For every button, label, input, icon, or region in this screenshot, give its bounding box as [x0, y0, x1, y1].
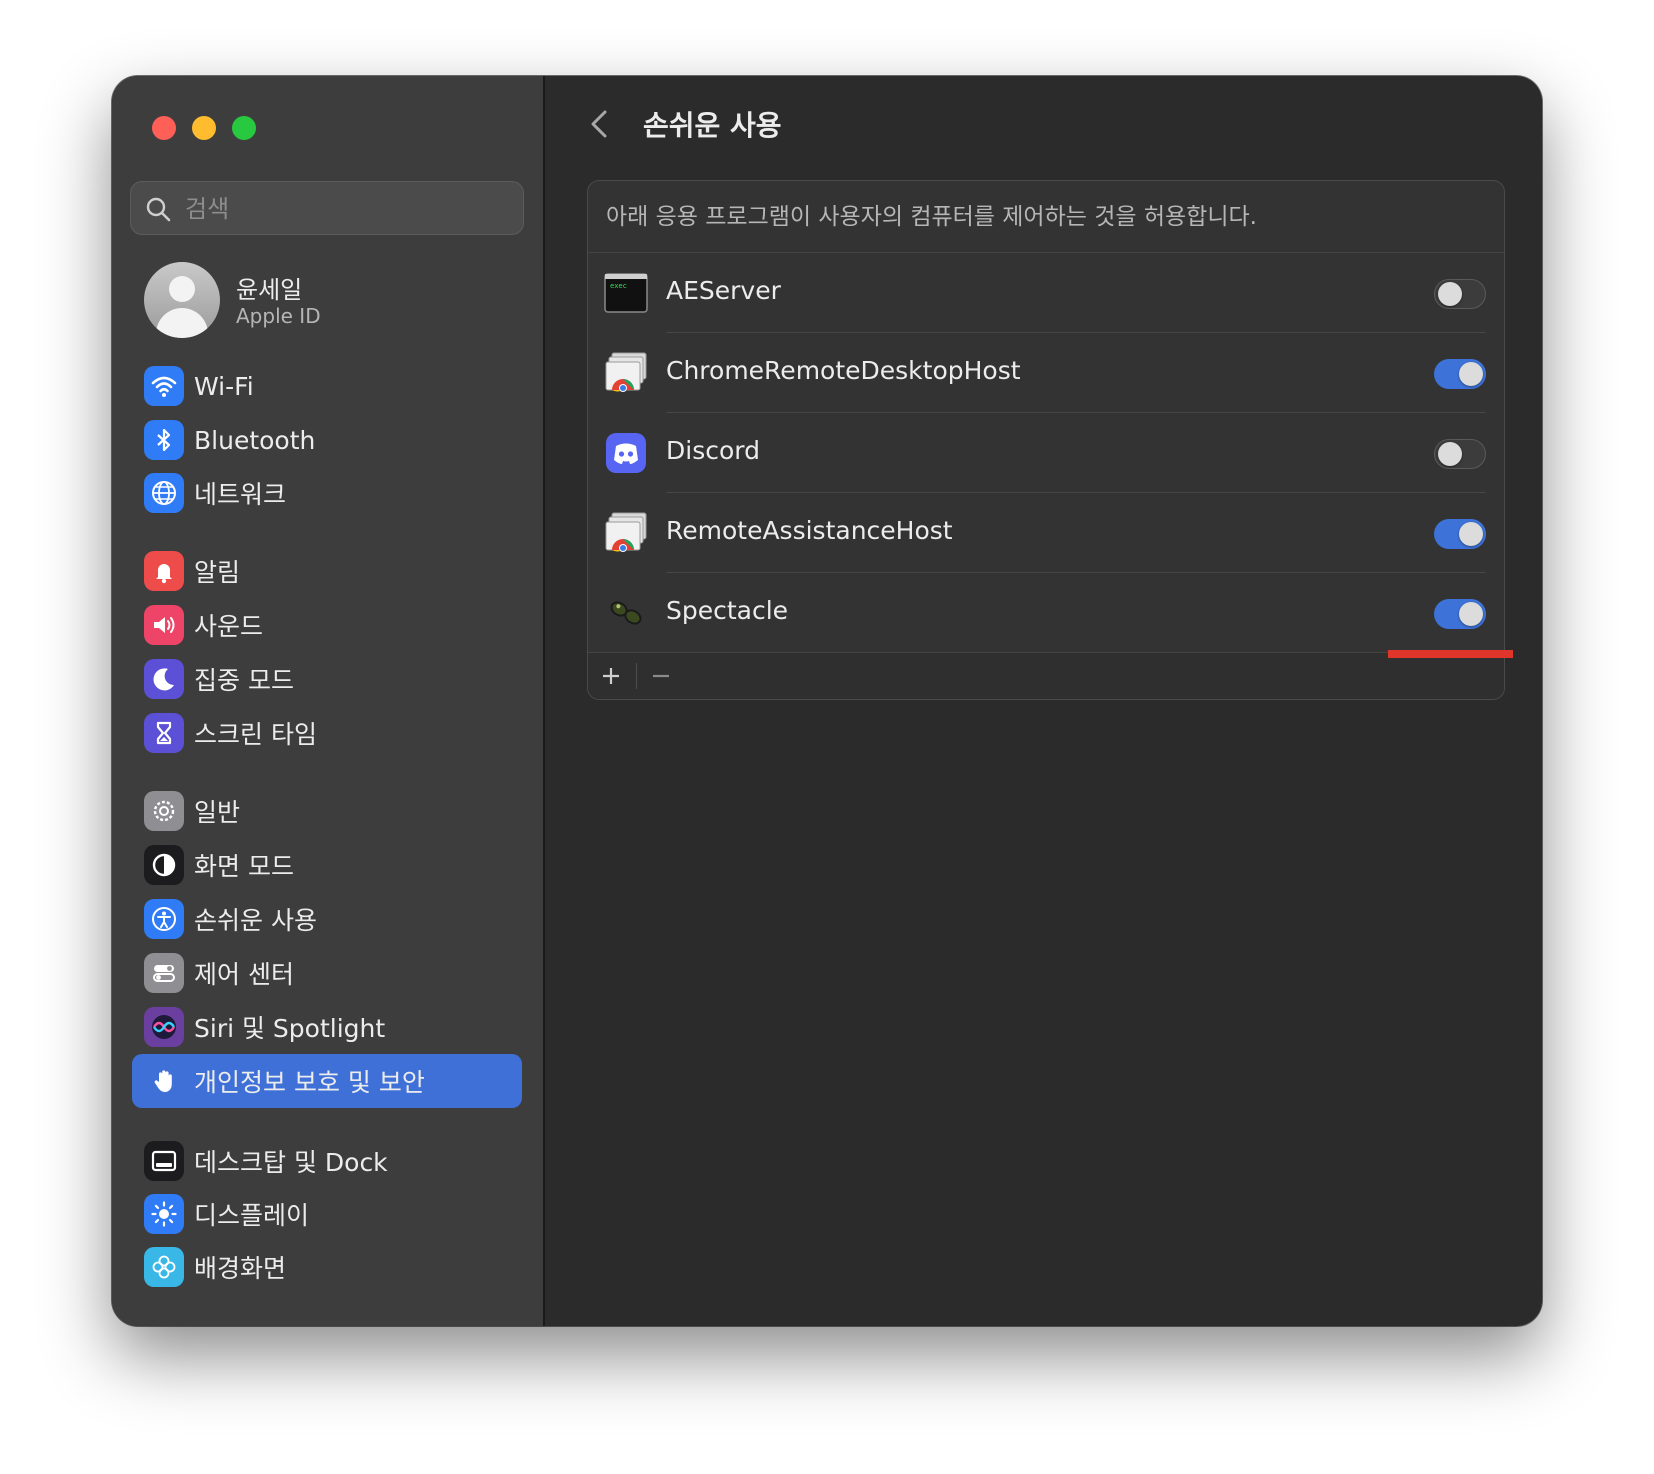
sidebar-item-10[interactable]: 제어 센터	[132, 946, 522, 1000]
panel-description: 아래 응용 프로그램이 사용자의 컴퓨터를 제어하는 것을 허용합니다.	[606, 204, 1257, 230]
profile-name: 윤세일	[236, 276, 303, 304]
hand-icon	[144, 1061, 184, 1101]
sidebar-item-7[interactable]: 일반	[132, 784, 522, 838]
sidebar-item-label: Wi-Fi	[194, 371, 254, 401]
list-footer	[588, 652, 1504, 699]
sidebar-item-15[interactable]: 배경화면	[132, 1240, 522, 1294]
discord-icon	[604, 431, 648, 475]
siri-icon	[144, 1007, 184, 1047]
accessibility-toggle[interactable]	[1434, 519, 1486, 549]
sidebar-item-1[interactable]: Bluetooth	[132, 413, 522, 467]
app-name: ChromeRemoteDesktopHost	[666, 356, 1021, 385]
sidebar-item-label: 배경화면	[194, 1254, 287, 1283]
speaker-icon	[144, 605, 184, 645]
accessibility-toggle[interactable]	[1434, 599, 1486, 629]
profile-subtitle: Apple ID	[236, 304, 321, 328]
apple-id-profile[interactable]: 윤세일 Apple ID	[144, 262, 524, 342]
sidebar-item-9[interactable]: 손쉬운 사용	[132, 892, 522, 946]
app-row: Spectacle	[588, 573, 1504, 653]
plus-icon	[603, 668, 619, 684]
sidebar-item-label: 손쉬운 사용	[194, 906, 317, 935]
sidebar-item-label: 제어 센터	[194, 960, 294, 989]
switches-icon	[144, 953, 184, 993]
app-name: Spectacle	[666, 596, 789, 625]
bell-icon	[144, 551, 184, 591]
search-box[interactable]	[130, 181, 524, 236]
minus-icon	[653, 674, 669, 678]
chrome-remote-icon	[604, 351, 648, 395]
sidebar-item-12[interactable]: 개인정보 보호 및 보안	[132, 1054, 522, 1108]
moon-icon	[144, 659, 184, 699]
app-name: RemoteAssistanceHost	[666, 516, 953, 545]
annotation-underline	[1388, 650, 1513, 658]
sidebar-item-8[interactable]: 화면 모드	[132, 838, 522, 892]
minimize-button[interactable]	[192, 116, 216, 140]
sidebar-item-label: 디스플레이	[194, 1201, 310, 1230]
accessibility-toggle[interactable]	[1434, 439, 1486, 469]
avatar	[144, 262, 220, 338]
sidebar-item-label: 네트워크	[194, 480, 287, 509]
sidebar-item-0[interactable]: Wi-Fi	[132, 359, 522, 413]
app-row: exec AEServer	[588, 253, 1504, 333]
sidebar-item-label: 일반	[194, 798, 241, 827]
app-row: Discord	[588, 413, 1504, 493]
search-input[interactable]	[183, 182, 517, 236]
app-name: Discord	[666, 436, 760, 465]
bluetooth-icon	[144, 420, 184, 460]
sidebar-item-5[interactable]: 집중 모드	[132, 652, 522, 706]
accessibility-toggle[interactable]	[1434, 279, 1486, 309]
wifi-icon	[144, 366, 184, 406]
gear-icon	[144, 791, 184, 831]
sidebar-item-4[interactable]: 사운드	[132, 598, 522, 652]
terminal-exec-icon: exec	[604, 271, 648, 315]
sidebar-item-label: 데스크탑 및 Dock	[194, 1148, 388, 1177]
accessibility-app-list: 아래 응용 프로그램이 사용자의 컴퓨터를 제어하는 것을 허용합니다. exe…	[587, 180, 1505, 700]
sidebar-item-label: Bluetooth	[194, 425, 316, 455]
globe-icon	[144, 473, 184, 513]
close-button[interactable]	[152, 116, 176, 140]
sidebar-item-label: 스크린 타임	[194, 720, 317, 749]
page-title: 손쉬운 사용	[643, 109, 782, 142]
remove-button[interactable]	[638, 653, 684, 699]
back-chevron-icon[interactable]	[581, 104, 617, 144]
add-button[interactable]	[588, 653, 634, 699]
sidebar-item-11[interactable]: Siri 및 Spotlight	[132, 1000, 522, 1054]
hourglass-icon	[144, 713, 184, 753]
main-content: 손쉬운 사용 아래 응용 프로그램이 사용자의 컴퓨터를 제어하는 것을 허용합…	[545, 76, 1542, 1326]
sidebar-item-label: 개인정보 보호 및 보안	[194, 1068, 425, 1097]
app-row: ChromeRemoteDesktopHost	[588, 333, 1504, 413]
zoom-button[interactable]	[232, 116, 256, 140]
flower-icon	[144, 1247, 184, 1287]
app-name: AEServer	[666, 276, 781, 305]
window-controls	[152, 116, 256, 140]
search-icon	[146, 197, 171, 222]
sidebar-item-14[interactable]: 디스플레이	[132, 1187, 522, 1241]
sidebar-item-3[interactable]: 알림	[132, 544, 522, 598]
svg-text:exec: exec	[610, 282, 627, 290]
sidebar-item-label: 화면 모드	[194, 852, 294, 881]
chrome-remote-icon	[604, 511, 648, 555]
sidebar-item-label: Siri 및 Spotlight	[194, 1014, 386, 1043]
app-row: RemoteAssistanceHost	[588, 493, 1504, 573]
sidebar-item-2[interactable]: 네트워크	[132, 466, 522, 520]
sidebar-item-label: 사운드	[194, 612, 264, 641]
accessibility-toggle[interactable]	[1434, 359, 1486, 389]
dock-icon	[144, 1141, 184, 1181]
sidebar: 윤세일 Apple ID Wi-Fi Bluetooth 네트워크알림사운드집중 모…	[112, 76, 545, 1326]
sidebar-item-6[interactable]: 스크린 타임	[132, 706, 522, 760]
sidebar-item-label: 알림	[194, 558, 241, 587]
settings-window: 윤세일 Apple ID Wi-Fi Bluetooth 네트워크알림사운드집중 모…	[112, 76, 1542, 1326]
spectacle-icon	[604, 591, 648, 635]
appearance-icon	[144, 845, 184, 885]
sidebar-item-13[interactable]: 데스크탑 및 Dock	[132, 1134, 522, 1188]
accessibility-icon	[144, 899, 184, 939]
sun-icon	[144, 1194, 184, 1234]
sidebar-item-label: 집중 모드	[194, 666, 294, 695]
